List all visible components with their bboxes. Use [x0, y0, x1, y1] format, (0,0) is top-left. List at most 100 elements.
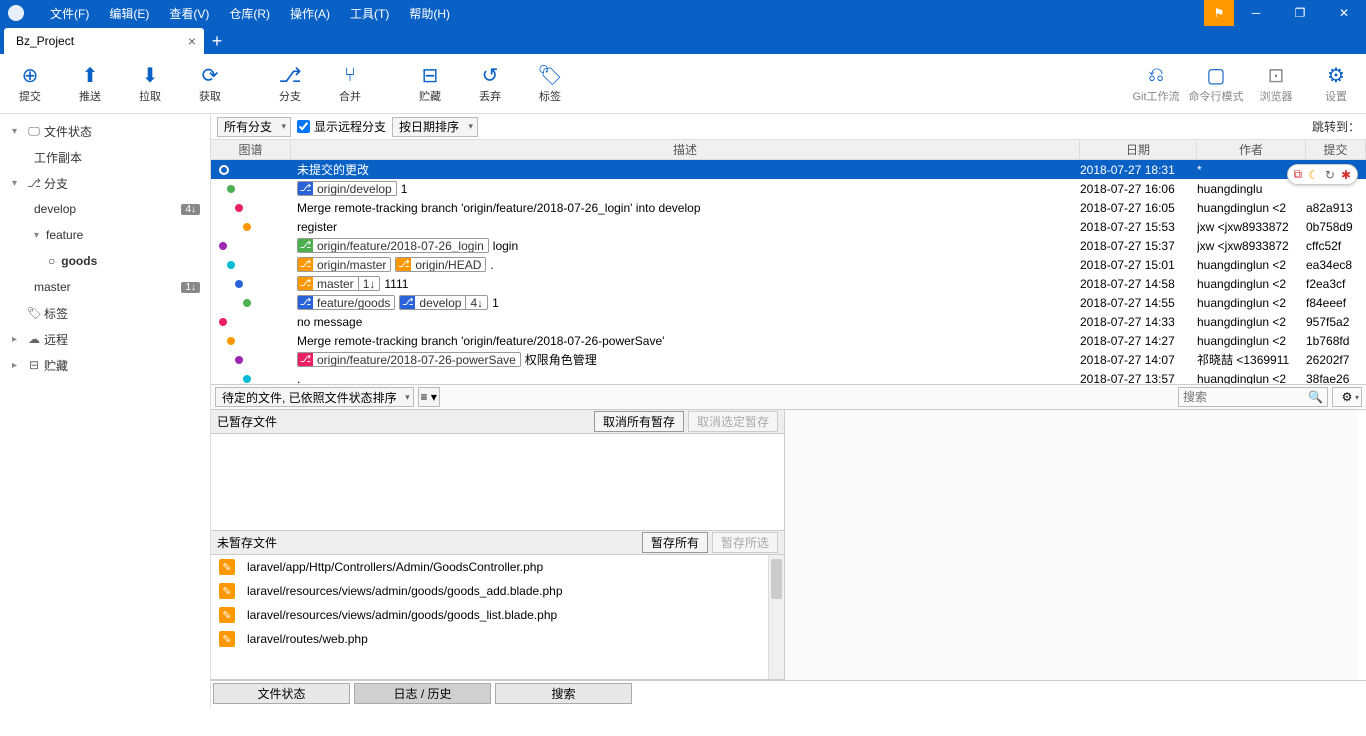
- view-mode-button[interactable]: ≡ ▾: [418, 387, 440, 407]
- diff-icon[interactable]: ⧉: [1294, 167, 1303, 182]
- sort-dropdown[interactable]: 按日期排序: [392, 117, 478, 137]
- minimize-button[interactable]: ─: [1234, 0, 1278, 26]
- menu-tools[interactable]: 工具(T): [340, 5, 399, 22]
- floating-toolbar: ⧉ ☾ ↻ ✱: [1287, 164, 1358, 185]
- branch-tag[interactable]: ⎇origin/feature/2018-07-26_login: [297, 238, 489, 253]
- commit-row[interactable]: Merge remote-tracking branch 'origin/fea…: [211, 198, 1366, 217]
- branch-tag[interactable]: ⎇origin/HEAD: [395, 257, 486, 272]
- commit-row[interactable]: 未提交的更改2018-07-27 18:31*: [211, 160, 1366, 179]
- staged-files-list[interactable]: [211, 434, 784, 530]
- staging-area: 已暂存文件 取消所有暂存 取消选定暂存 未暂存文件 暂存所有 暂存所选: [211, 410, 784, 680]
- commit-button[interactable]: ⊕提交: [0, 54, 60, 113]
- gitflow-button[interactable]: ⎌Git工作流: [1126, 54, 1186, 113]
- sidebar-branch-develop[interactable]: develop4↓: [0, 196, 210, 222]
- toolbar: ⊕提交 ⬆推送 ⬇拉取 ⟳获取 ⎇分支 ⑂合并 ⊟贮藏 ↺丢弃 🏷标签 ⎌Git…: [0, 54, 1366, 114]
- commit-author: huangdinglun <2: [1197, 315, 1306, 329]
- commit-author: 祁晓喆 <1369911: [1197, 351, 1306, 368]
- branch-filter-dropdown[interactable]: 所有分支: [217, 117, 291, 137]
- discard-button[interactable]: ↺丢弃: [460, 54, 520, 113]
- sidebar-stash[interactable]: ▸⊟贮藏: [0, 352, 210, 378]
- menu-actions[interactable]: 操作(A): [280, 5, 340, 22]
- stash-icon: ⊟: [422, 64, 439, 88]
- menu-edit[interactable]: 编辑(E): [99, 5, 159, 22]
- sidebar-remote[interactable]: ▸☁远程: [0, 326, 210, 352]
- commit-row[interactable]: Merge remote-tracking branch 'origin/fea…: [211, 331, 1366, 350]
- tab-close-icon[interactable]: ×: [188, 33, 196, 49]
- sidebar-branch-feature[interactable]: ▾feature: [0, 222, 210, 248]
- commit-date: 2018-07-27 14:58: [1080, 277, 1197, 291]
- menu-file[interactable]: 文件(F): [40, 5, 99, 22]
- sidebar-file-status[interactable]: ▾🖵文件状态: [0, 118, 210, 144]
- branch-tag[interactable]: ⎇feature/goods: [297, 295, 395, 310]
- stage-selected-button[interactable]: 暂存所选: [712, 532, 778, 553]
- file-row[interactable]: ✎laravel/resources/views/admin/goods/goo…: [211, 603, 768, 627]
- search-input[interactable]: 🔍: [1178, 387, 1328, 407]
- terminal-button[interactable]: ▢命令行模式: [1186, 54, 1246, 113]
- file-path: laravel/resources/views/admin/goods/good…: [247, 608, 557, 622]
- tab-file-status[interactable]: 文件状态: [213, 683, 350, 704]
- commit-row[interactable]: ⎇origin/feature/2018-07-26-powerSave权限角色…: [211, 350, 1366, 369]
- branch-tag[interactable]: ⎇master1↓: [297, 276, 380, 291]
- branch-tag[interactable]: ⎇origin/master: [297, 257, 391, 272]
- refresh-mini-icon[interactable]: ↻: [1325, 168, 1335, 182]
- sidebar-tags[interactable]: 🏷标签: [0, 300, 210, 326]
- tag-button[interactable]: 🏷标签: [520, 54, 580, 113]
- commit-row[interactable]: ⎇master1↓11112018-07-27 14:58huangdinglu…: [211, 274, 1366, 293]
- merge-button[interactable]: ⑂合并: [320, 54, 380, 113]
- current-branch-icon: ○: [48, 254, 55, 268]
- history-list[interactable]: ⧉ ☾ ↻ ✱ 未提交的更改2018-07-27 18:31*⎇origin/d…: [211, 160, 1366, 384]
- unstaged-files-list[interactable]: ✎laravel/app/Http/Controllers/Admin/Good…: [211, 555, 768, 679]
- menu-repo[interactable]: 仓库(R): [219, 5, 280, 22]
- unstage-all-button[interactable]: 取消所有暂存: [594, 411, 684, 432]
- commit-row[interactable]: ⎇feature/goods⎇develop4↓12018-07-27 14:5…: [211, 293, 1366, 312]
- moon-icon[interactable]: ☾: [1308, 168, 1319, 182]
- notification-flag-icon[interactable]: ⚑: [1204, 0, 1234, 26]
- col-graph[interactable]: 图谱: [211, 140, 291, 159]
- tab-search[interactable]: 搜索: [495, 683, 632, 704]
- col-commit[interactable]: 提交: [1306, 140, 1366, 159]
- push-button[interactable]: ⬆推送: [60, 54, 120, 113]
- col-desc[interactable]: 描述: [291, 140, 1080, 159]
- browser-button[interactable]: ⊡浏览器: [1246, 54, 1306, 113]
- stage-all-button[interactable]: 暂存所有: [642, 532, 708, 553]
- commit-row[interactable]: ⎇origin/feature/2018-07-26_loginlogin201…: [211, 236, 1366, 255]
- sidebar-working-copy[interactable]: 工作副本: [0, 144, 210, 170]
- chevron-down-icon: ▾: [34, 230, 46, 241]
- branch-tag[interactable]: ⎇develop4↓: [399, 295, 488, 310]
- scrollbar[interactable]: [768, 555, 784, 679]
- detail-settings-button[interactable]: ⚙: [1332, 387, 1362, 407]
- menu-help[interactable]: 帮助(H): [399, 5, 460, 22]
- menu-view[interactable]: 查看(V): [159, 5, 219, 22]
- commit-row[interactable]: .2018-07-27 13:57huangdinglun <238fae26: [211, 369, 1366, 384]
- sidebar-branch-goods[interactable]: ○goods: [0, 248, 210, 274]
- maximize-button[interactable]: ❐: [1278, 0, 1322, 26]
- repo-tab[interactable]: Bz_Project ×: [4, 28, 204, 54]
- commit-row[interactable]: ⎇origin/master⎇origin/HEAD.2018-07-27 15…: [211, 255, 1366, 274]
- settings-button[interactable]: ⚙设置: [1306, 54, 1366, 113]
- branch-icon: ⎇: [278, 64, 301, 88]
- close-button[interactable]: ✕: [1322, 0, 1366, 26]
- pull-button[interactable]: ⬇拉取: [120, 54, 180, 113]
- branch-tag[interactable]: ⎇origin/feature/2018-07-26-powerSave: [297, 352, 521, 367]
- pending-sort-dropdown[interactable]: 待定的文件, 已依照文件状态排序: [215, 387, 414, 407]
- stash-button[interactable]: ⊟贮藏: [400, 54, 460, 113]
- branch-button[interactable]: ⎇分支: [260, 54, 320, 113]
- gear-mini-icon[interactable]: ✱: [1341, 168, 1351, 182]
- branch-tag[interactable]: ⎇origin/develop: [297, 181, 397, 196]
- col-date[interactable]: 日期: [1080, 140, 1197, 159]
- tab-log-history[interactable]: 日志 / 历史: [354, 683, 491, 704]
- commit-row[interactable]: register2018-07-27 15:53jxw <jxw89338720…: [211, 217, 1366, 236]
- commit-row[interactable]: ⎇origin/develop12018-07-27 16:06huangdin…: [211, 179, 1366, 198]
- file-row[interactable]: ✎laravel/app/Http/Controllers/Admin/Good…: [211, 555, 768, 579]
- col-author[interactable]: 作者: [1197, 140, 1306, 159]
- commit-row[interactable]: no message2018-07-27 14:33huangdinglun <…: [211, 312, 1366, 331]
- search-icon: 🔍: [1308, 390, 1323, 404]
- show-remote-checkbox[interactable]: 显示远程分支: [297, 118, 386, 135]
- fetch-button[interactable]: ⟳获取: [180, 54, 240, 113]
- file-row[interactable]: ✎laravel/resources/views/admin/goods/goo…: [211, 579, 768, 603]
- unstage-selected-button[interactable]: 取消选定暂存: [688, 411, 778, 432]
- sidebar-branches[interactable]: ▾⎇分支: [0, 170, 210, 196]
- sidebar-branch-master[interactable]: master1↓: [0, 274, 210, 300]
- new-tab-button[interactable]: +: [204, 28, 230, 54]
- file-row[interactable]: ✎laravel/routes/web.php: [211, 627, 768, 651]
